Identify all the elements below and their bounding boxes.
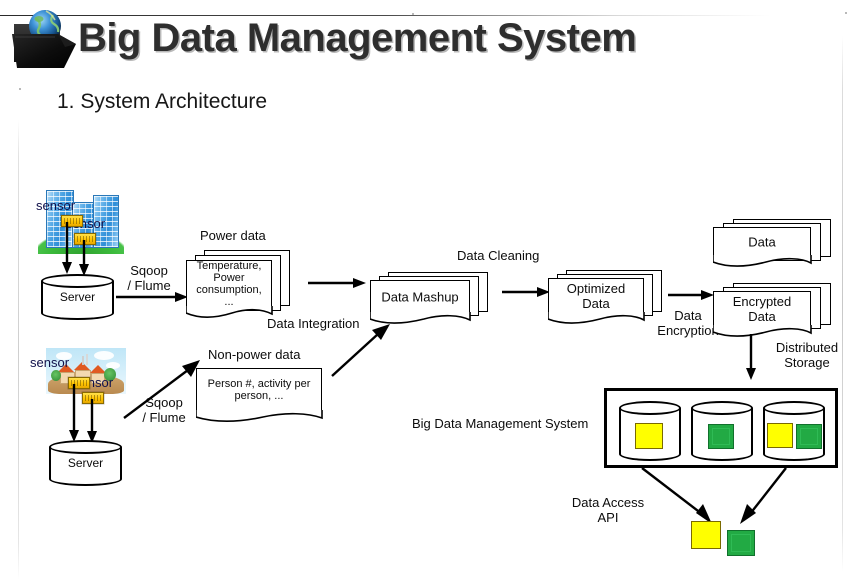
server-label-residential: Server bbox=[67, 456, 104, 470]
arrow-optimized-to-encrypted bbox=[668, 288, 714, 302]
server-cylinder-office: Server bbox=[41, 274, 114, 320]
non-power-data-body: Person #, activity per person, ... bbox=[207, 377, 311, 402]
arrow-storage-to-output-green bbox=[738, 466, 804, 528]
arrow-encrypted-to-storage bbox=[744, 334, 758, 380]
content-left-border bbox=[18, 120, 19, 580]
arrow-sensor1-to-server-office bbox=[60, 222, 74, 274]
data-block-green-node2 bbox=[708, 424, 734, 449]
power-data-body: Temperature, Power consumption, ... bbox=[196, 259, 262, 308]
optimized-data-title: Optimized Data bbox=[566, 280, 626, 311]
data-access-api-label-text: Data Access API bbox=[571, 495, 645, 525]
content-right-border bbox=[842, 36, 843, 572]
transfer-label-office: Sqoop / Flume bbox=[117, 263, 181, 293]
speck-mark-right bbox=[845, 12, 847, 14]
arrow-server-to-powerdata bbox=[116, 290, 188, 304]
data-block-yellow-node1 bbox=[635, 423, 663, 449]
arrow-sensor1-to-server-residential bbox=[67, 384, 81, 442]
transfer-label-office-line1: Sqoop bbox=[130, 263, 168, 278]
data-document-title: Data bbox=[748, 234, 776, 249]
data-document-stack: Data bbox=[712, 219, 835, 267]
non-power-data-document: Person #, activity per person, ... bbox=[195, 368, 326, 422]
encrypted-data-document-stack: Encrypted Data bbox=[712, 283, 835, 339]
big-data-management-system-label: Big Data Management System bbox=[412, 416, 589, 431]
encrypted-data-title: Encrypted Data bbox=[732, 293, 792, 324]
sensor-label-residential-1: sensor bbox=[30, 355, 70, 370]
data-block-green-node3 bbox=[796, 424, 822, 449]
speck-mark-top bbox=[412, 13, 414, 15]
arrow-nonpowerdata-to-mashup bbox=[330, 322, 392, 378]
optimized-data-document-stack: Optimized Data bbox=[547, 270, 666, 328]
page-title: Big Data Management System bbox=[78, 16, 637, 60]
power-data-title: Power data bbox=[200, 228, 266, 243]
arrow-sensor2-to-server-office bbox=[77, 240, 91, 276]
section-title: 1. System Architecture bbox=[57, 90, 268, 113]
data-access-api-label: Data Access API bbox=[566, 495, 650, 525]
data-mashup-document-stack: Data Mashup bbox=[369, 272, 492, 328]
arrow-mashup-to-optimized bbox=[502, 285, 550, 299]
slide-canvas: Big Data Management System 1. System Arc… bbox=[0, 0, 856, 586]
sensor-label-office-1: sensor bbox=[36, 198, 76, 213]
storage-cylinder-2 bbox=[691, 401, 753, 461]
arrow-sensor2-to-server-residential bbox=[85, 399, 99, 443]
output-block-yellow bbox=[691, 521, 721, 549]
arrow-powerdata-to-mashup bbox=[308, 276, 366, 290]
data-block-yellow-node3 bbox=[767, 423, 793, 448]
speck-mark-left bbox=[19, 88, 21, 90]
distributed-storage-label: Distributed Storage bbox=[764, 340, 850, 370]
arrow-server-to-nonpowerdata bbox=[122, 358, 202, 420]
distributed-storage-label-text: Distributed Storage bbox=[775, 340, 839, 370]
distributed-storage-box bbox=[604, 388, 838, 468]
storage-cylinder-1 bbox=[619, 401, 681, 461]
output-block-green bbox=[727, 530, 755, 556]
server-cylinder-residential: Server bbox=[49, 440, 122, 486]
arrow-storage-to-output-yellow bbox=[640, 466, 722, 528]
non-power-data-title: Non-power data bbox=[208, 347, 301, 362]
server-label-office: Server bbox=[59, 290, 96, 304]
data-cleaning-label: Data Cleaning bbox=[457, 248, 540, 263]
folder-globe-icon bbox=[8, 4, 80, 74]
data-mashup-title: Data Mashup bbox=[381, 289, 459, 304]
power-data-document-stack: Temperature, Power consumption, ... bbox=[185, 250, 290, 318]
storage-cylinder-3 bbox=[763, 401, 825, 461]
